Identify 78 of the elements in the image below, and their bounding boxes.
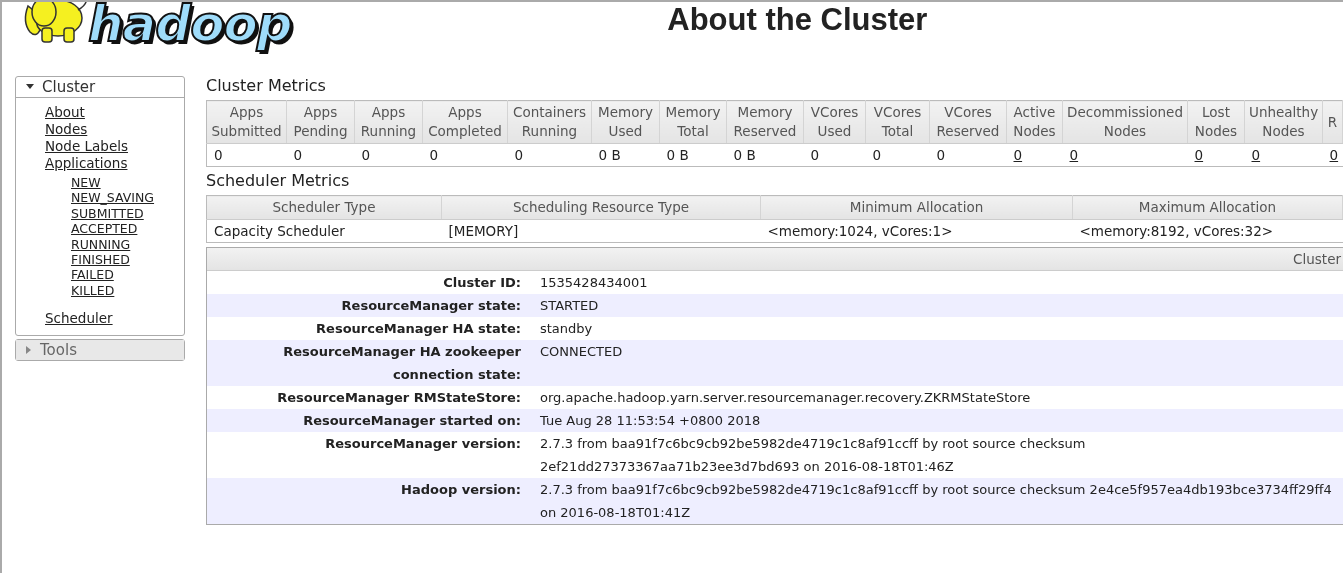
column-header: Apps Running [354, 100, 423, 144]
field-value: STARTED [534, 294, 1343, 317]
table-cell: 0 [206, 143, 287, 167]
section-title[interactable]: Tools [40, 341, 77, 360]
table-cell: 0 [929, 143, 1007, 167]
field-label: Cluster ID: [207, 271, 534, 294]
table-cell: <memory:1024, vCores:1> [760, 219, 1073, 243]
column-header: Decommissioned Nodes [1062, 100, 1188, 144]
field-label: ResourceManager RMStateStore: [207, 386, 534, 409]
sidebar-link[interactable]: About [45, 104, 85, 121]
column-header: Lost Nodes [1187, 100, 1245, 144]
field-label: Hadoop version: [207, 478, 534, 524]
sidebar-link[interactable]: Node Labels [45, 138, 128, 155]
table-header: Cluster [1293, 251, 1342, 267]
table-cell: 0 [286, 143, 355, 167]
column-header: Scheduling Resource Type [441, 195, 761, 220]
table-cell: 0 [803, 143, 866, 167]
sidebar-sublink[interactable]: RUNNING [71, 236, 131, 253]
section-title[interactable]: Cluster [42, 78, 96, 96]
sidebar-link[interactable]: Scheduler [45, 310, 113, 328]
table-cell: <memory:8192, vCores:32> [1072, 219, 1343, 243]
field-value: standby [534, 317, 1343, 340]
column-header: Apps Submitted [206, 100, 287, 144]
sidebar-sublink[interactable]: FAILED [71, 267, 114, 283]
field-label: ResourceManager HA state: [207, 317, 534, 340]
column-header: VCores Total [865, 100, 930, 144]
section-heading: Cluster Metrics [206, 76, 327, 96]
table-cell[interactable]: 0 [1062, 143, 1188, 167]
field-value: 1535428434001 [534, 271, 1343, 294]
table-cell: 0 [354, 143, 423, 167]
field-value: org.apache.hadoop.yarn.server.resourcemanager.recovery.ZKRMStateStore [534, 386, 1343, 409]
sidebar-sublink[interactable]: KILLED [71, 282, 115, 299]
column-header: Memory Total [659, 100, 727, 144]
column-header: Maximum Allocation [1072, 195, 1343, 220]
field-value: CONNECTED [534, 340, 1343, 386]
sidebar-sublink[interactable]: NEW_SAVING [71, 190, 155, 206]
column-header: Apps Pending [286, 100, 355, 144]
column-header: VCores Used [803, 100, 866, 144]
field-label: ResourceManager started on: [207, 409, 534, 432]
field-value: 2.7.3 from baa91f7c6bc9cb92be5982de4719c1c8af91ccff by root source checksum 2e4ce5f957ea4db193bce3734ff29ff4 on 2016-08-18T01:41Z [534, 478, 1343, 524]
table-cell: Capacity Scheduler [206, 219, 442, 243]
sidebar-link[interactable]: Nodes [45, 121, 88, 138]
page-title: About the Cluster [666, 2, 929, 38]
table-cell: 0 [422, 143, 508, 167]
field-label: ResourceManager version: [207, 432, 534, 478]
table-cell[interactable]: 0 [1244, 143, 1323, 167]
table-cell: 0 B [659, 143, 727, 167]
sidebar-link[interactable]: Applications [45, 155, 128, 172]
column-header: VCores Reserved [929, 100, 1007, 144]
column-header: Minimum Allocation [760, 195, 1073, 220]
column-header: Apps Completed [422, 100, 508, 144]
logo-text: hadoop [88, 2, 292, 52]
field-label: ResourceManager HA zookeeper connection state: [207, 340, 534, 386]
collapse-triangle-icon[interactable] [26, 84, 34, 90]
column-header: Memory Used [591, 100, 660, 144]
table-cell[interactable]: 0 [1006, 143, 1063, 167]
column-header: Scheduler Type [206, 195, 442, 220]
table-cell: 0 [865, 143, 930, 167]
table-cell: 0 B [591, 143, 660, 167]
sidebar-sublink[interactable]: SUBMITTED [71, 205, 144, 222]
table-cell: 0 B [726, 143, 804, 167]
table-cell[interactable]: 0 [1322, 143, 1343, 167]
column-header: Active Nodes [1006, 100, 1063, 144]
sidebar-sublink[interactable]: NEW [71, 175, 101, 191]
field-value: Tue Aug 28 11:53:54 +0800 2018 [534, 409, 1343, 432]
field-label: ResourceManager state: [207, 294, 534, 317]
table-cell: 0 [507, 143, 592, 167]
column-header: Memory Reserved [726, 100, 804, 144]
field-value: 2.7.3 from baa91f7c6bc9cb92be5982de4719c1c8af91ccff by root source checksum 2ef21dd27373367aa71b23ee3d7bd693 on 2016-08-18T01:46Z [534, 432, 1343, 478]
column-header: Containers Running [507, 100, 592, 144]
column-header: Unhealthy Nodes [1244, 100, 1323, 144]
expand-triangle-icon[interactable] [26, 346, 32, 355]
table-cell[interactable]: 0 [1187, 143, 1245, 167]
column-header: R [1322, 100, 1343, 144]
sidebar-sublink[interactable]: FINISHED [71, 252, 130, 268]
section-heading: Scheduler Metrics [206, 171, 351, 191]
table-cell: [MEMORY] [441, 219, 761, 243]
sidebar-sublink[interactable]: ACCEPTED [71, 221, 138, 237]
